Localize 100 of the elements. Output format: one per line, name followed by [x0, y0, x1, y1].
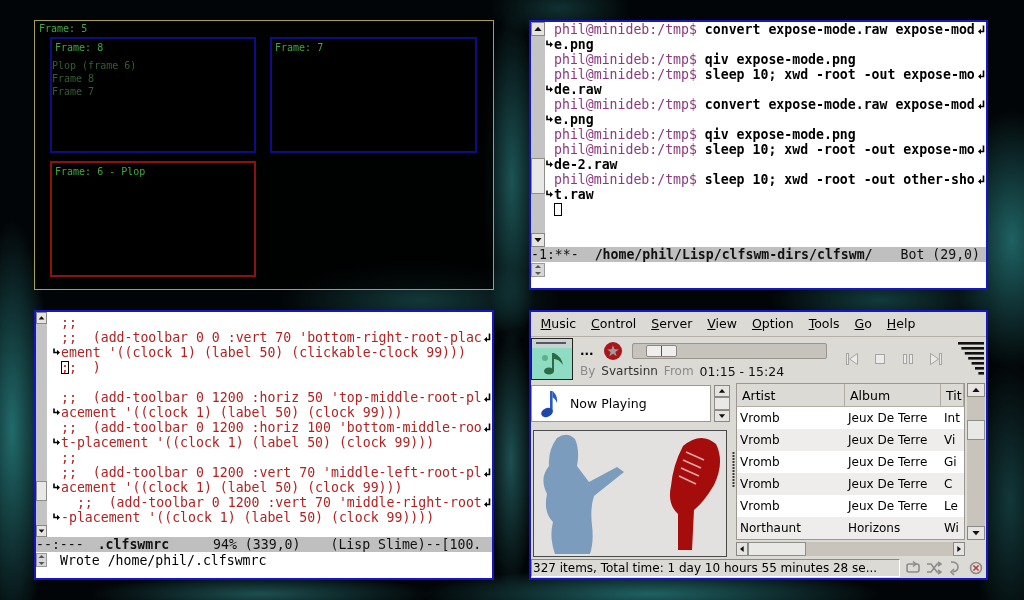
table-cell-text: Jeux De Terre	[846, 498, 929, 515]
table-cell-text: Northaunt	[739, 520, 802, 537]
scrollbar[interactable]	[36, 312, 47, 537]
code-line: ;; (add-toolbar 0 1200 :vert 70 'middle-left-root-pl	[61, 465, 482, 480]
shell-command: convert expose-mode.raw expose-mod	[704, 97, 975, 112]
table-cell-text: Wi	[943, 520, 960, 537]
table-row[interactable]: Vromb Jeux De Terre C	[737, 473, 964, 495]
volume-bars-icon[interactable]	[958, 341, 984, 377]
scrollbar-thumb[interactable]	[36, 480, 47, 501]
buffer-status: -1:**-	[531, 247, 579, 262]
table-cell-text: Jeux De Terre	[846, 432, 929, 449]
crossed-circle-icon[interactable]	[968, 560, 984, 576]
menu-item[interactable]: Help	[879, 315, 923, 333]
shell-command: e.png	[554, 37, 594, 52]
frame-label: Frame: 7	[274, 41, 325, 55]
scrollbar-thumb[interactable]	[531, 158, 545, 195]
table-cell-text: Int	[943, 410, 961, 427]
shell-command: de.raw	[554, 82, 602, 97]
previous-track-icon[interactable]	[845, 351, 859, 367]
seek-slider[interactable]	[631, 343, 827, 359]
frame-label: Frame: 8	[54, 41, 105, 55]
column-header[interactable]: Tit	[941, 384, 964, 406]
table-row[interactable]: Vromb Jeux De Terre Vi	[737, 429, 964, 451]
track-title: ...	[580, 344, 594, 358]
shell-command: qiv expose-mode.png	[704, 52, 856, 67]
shell-command: qiv expose-mode.png	[704, 127, 856, 142]
scroll-arrows-icon[interactable]	[36, 553, 47, 567]
table-cell-text: C	[943, 476, 954, 493]
frame-child-entry: Frame 7	[52, 85, 96, 98]
shell-command: convert expose-mode.raw expose-mod	[704, 22, 975, 37]
grip-dots-icon[interactable]	[731, 452, 735, 487]
buffer-position: 94% (339,0)	[213, 537, 301, 552]
code-line: ;; (add-toolbar 0 0 :vert 70 'bottom-right-root-plac	[61, 330, 482, 345]
table-cell-text: Vromb	[739, 498, 781, 515]
menu-item[interactable]: Server	[643, 315, 700, 333]
stop-icon[interactable]	[873, 351, 887, 367]
menu-item[interactable]: Go	[847, 315, 880, 333]
frame-panel[interactable]: Frame: 6 - Plop	[50, 161, 256, 277]
star-icon[interactable]	[603, 342, 622, 360]
menu-item[interactable]: Option	[744, 315, 802, 333]
from-label: From	[663, 364, 694, 378]
repeat-icon[interactable]	[905, 560, 921, 576]
status-message: 327 items, Total time: 1 day 10 hours 55 minutes 28 se...	[531, 559, 900, 577]
table-cell-text: Horizons	[847, 520, 902, 537]
scrollbar-thumb[interactable]	[748, 542, 806, 556]
code-line: acement '((clock 1) (label 50) (clock 99)))	[61, 405, 403, 420]
shell-prompt: phil@minideb:/tmp$	[554, 97, 697, 112]
scrollbar[interactable]	[531, 22, 545, 247]
code-line: ement '((clock 1) (label 50) (clickable-clock 99)))	[61, 345, 466, 360]
scrollbar[interactable]	[967, 383, 985, 540]
artist-name: Svartsinn	[601, 364, 658, 378]
scrollbar-thumb[interactable]	[967, 420, 985, 441]
frame-label: Frame: 5	[39, 22, 88, 36]
table-cell-text: Vromb	[739, 454, 781, 471]
major-mode: (Lisp Slime)--[100.	[330, 537, 482, 552]
shell-command: de-2.raw	[554, 157, 618, 172]
menu-item[interactable]: Music	[533, 315, 584, 333]
shell-prompt: phil@minideb:/tmp$	[554, 142, 697, 157]
code-line: -placement '((clock 1) (label 50) (clock 99))))	[61, 510, 435, 525]
table-cell-text: Vromb	[739, 432, 781, 449]
table-cell-text: Jeux De Terre	[846, 410, 929, 427]
buffer-name: /home/phil/Lisp/clfswm-dirs/clfswm/	[594, 247, 873, 262]
table-cell-text: Vi	[943, 432, 957, 449]
by-label: By	[580, 364, 596, 378]
code-line: t-placement '((clock 1) (label 50) (clock 99)))	[61, 435, 435, 450]
frame-panel[interactable]: Frame: 7	[270, 37, 477, 153]
shell-command: sleep 10; xwd -root -out expose-mo	[704, 67, 975, 82]
table-cell-text: Jeux De Terre	[846, 476, 929, 493]
scrollbar-thumb[interactable]	[714, 397, 730, 410]
menu-item[interactable]: Tools	[801, 315, 847, 333]
pause-icon[interactable]	[901, 351, 915, 367]
table-cell-text: Vromb	[739, 476, 781, 493]
next-track-icon[interactable]	[929, 351, 943, 367]
menu-item[interactable]: Control	[583, 315, 644, 333]
shell-command: t.raw	[554, 187, 594, 202]
scrollbar[interactable]	[714, 385, 730, 422]
table-cell-text: Vromb	[739, 410, 781, 427]
frame-panel[interactable]: Frame: 5 Frame: 8 Frame: 7 Plop (frame 6) Frame 8 Frame 7 Frame: 6 - Plop	[34, 20, 494, 290]
table-row[interactable]: Northaunt Horizons Wi	[737, 517, 964, 539]
menu-item[interactable]: View	[699, 315, 745, 333]
code-line: ;;	[61, 315, 77, 330]
column-header[interactable]: Artist	[737, 384, 845, 406]
scrollbar[interactable]	[736, 542, 965, 556]
shell-prompt: phil@minideb:/tmp$	[554, 52, 697, 67]
buffer-status: --:---	[36, 537, 84, 552]
source-list-item[interactable]: Now Playing	[532, 386, 710, 421]
code-line: ;; (add-toolbar 0 1200 :vert 70 'middle-right-root	[75, 495, 482, 510]
code-line: ;; (add-toolbar 0 1200 :horiz 50 'top-middle-root-pl	[61, 390, 482, 405]
column-header[interactable]: Album	[845, 384, 941, 406]
table-cell-text: Gi	[943, 454, 958, 471]
table-cell-text: Jeux De Terre	[846, 454, 929, 471]
shell-prompt: phil@minideb:/tmp$	[554, 22, 697, 37]
shell-command: e.png	[554, 112, 594, 127]
scroll-arrows-icon[interactable]	[531, 263, 545, 277]
shell-prompt: phil@minideb:/tmp$	[554, 127, 697, 142]
frame-child-entry: Frame 8	[52, 72, 96, 85]
shuffle-icon[interactable]	[926, 560, 942, 576]
code-line: acement '((clock 1) (label 50) (clock 99)))	[61, 480, 403, 495]
slider-thumb[interactable]	[645, 345, 677, 357]
code-line: ;;	[61, 450, 77, 465]
